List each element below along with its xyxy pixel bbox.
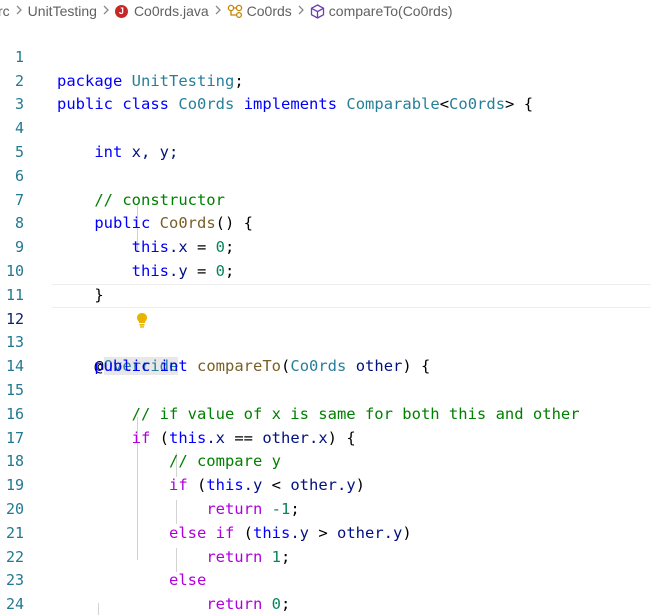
code-line[interactable]: 3 [0, 70, 651, 113]
breadcrumb-class[interactable]: Co0rds [227, 3, 292, 19]
code-line[interactable]: 22 else [0, 522, 651, 590]
chevron-right-icon [15, 4, 23, 18]
code-line[interactable]: 5 [0, 117, 651, 161]
code-line[interactable]: 11 [0, 260, 651, 304]
chevron-right-icon [214, 4, 222, 18]
code-line[interactable]: 6 // constructor [0, 141, 651, 209]
code-line[interactable]: 13 public int compareTo(Co0rds other) { [0, 308, 651, 375]
chevron-right-icon [297, 4, 305, 18]
chevron-right-icon [102, 4, 110, 18]
code-line[interactable]: 1 package UnitTesting; [0, 22, 651, 90]
code-line[interactable]: 14 [0, 331, 651, 375]
code-line[interactable]: 4 int x, y; [0, 93, 651, 161]
code-line[interactable]: 7 public Co0rds() { [0, 165, 651, 233]
class-icon [227, 4, 243, 18]
lightbulb-icon[interactable] [60, 288, 147, 328]
code-line[interactable]: 2 public class Co0rds implements Compara… [0, 46, 651, 114]
method-icon [310, 3, 325, 19]
code-line[interactable]: 25 [0, 593, 651, 615]
code-line[interactable]: 9 this.y = 0; [0, 212, 651, 280]
code-line[interactable]: 16 if (this.x == other.x) { [0, 379, 651, 447]
breadcrumb-file-label: Co0rds.java [133, 3, 209, 19]
code-line[interactable]: 21 return 1; [0, 498, 651, 566]
code-line[interactable]: 23 return 0; [0, 546, 651, 613]
code-line[interactable]: 17 // compare y [0, 403, 651, 471]
breadcrumb-package[interactable]: UnitTesting [28, 3, 97, 19]
code-line[interactable]: 15 // if value of x is same for both thi… [0, 355, 651, 423]
breadcrumb: rc UnitTesting J Co0rds.java Co0rds comp… [0, 0, 651, 22]
code-editor[interactable]: rc UnitTesting J Co0rds.java Co0rds comp… [0, 0, 651, 615]
code-line[interactable]: 20 else if (this.y > other.y) [0, 474, 651, 542]
code-line[interactable]: 19 return -1; [0, 450, 651, 518]
breadcrumb-method-label: compareTo(Co0rds) [328, 3, 453, 19]
breadcrumb-file[interactable]: J Co0rds.java [114, 3, 209, 19]
breadcrumb-folder[interactable]: rc [0, 3, 10, 19]
code-line-current[interactable]: 12 @Override [0, 283, 651, 376]
breadcrumb-class-label: Co0rds [246, 3, 292, 19]
code-line[interactable]: 24 } [0, 569, 651, 613]
java-file-icon: J [114, 4, 128, 18]
breadcrumb-method[interactable]: compareTo(Co0rds) [310, 3, 453, 19]
code-line[interactable]: 10 } [0, 236, 651, 304]
code-line[interactable]: 8 this.x = 0; [0, 189, 651, 256]
code-line[interactable]: 18 if (this.y < other.y) [0, 427, 651, 494]
code-area[interactable]: 1 package UnitTesting; 2 public class Co… [0, 22, 651, 615]
